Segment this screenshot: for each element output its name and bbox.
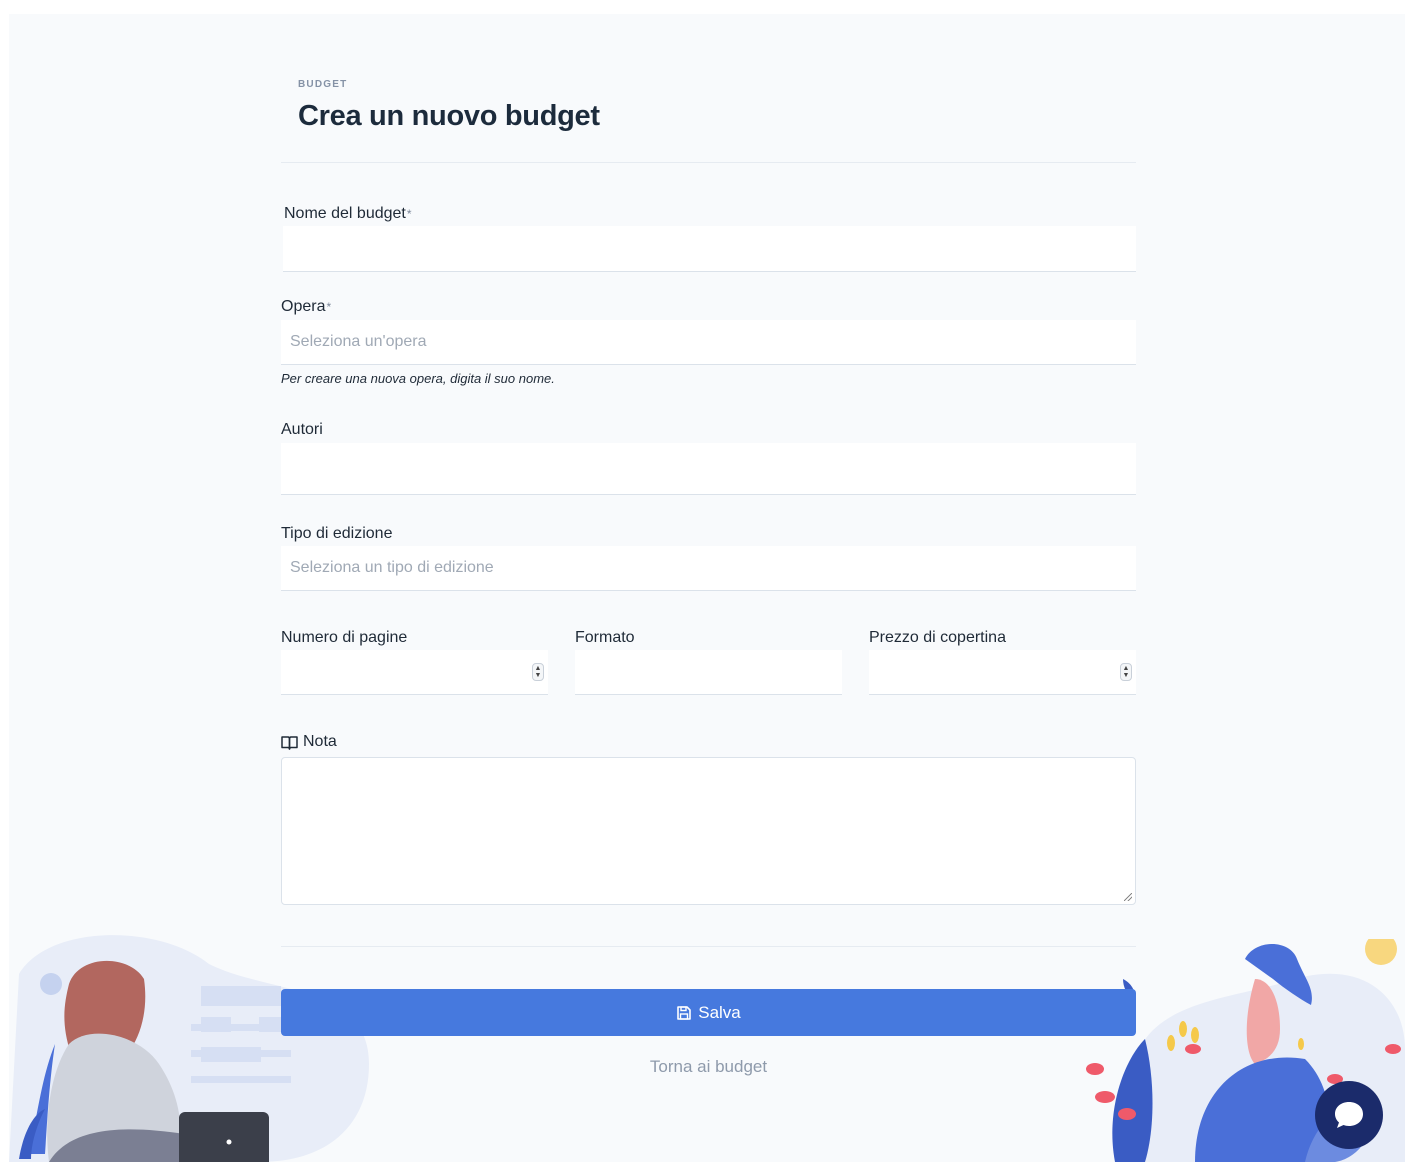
formato-input[interactable] [575, 650, 842, 695]
laptop-shape [179, 1112, 269, 1162]
prezzo-label: Prezzo di copertina [869, 628, 1006, 648]
opera-select[interactable]: Seleziona un'opera [281, 320, 1136, 365]
resize-handle[interactable] [1124, 893, 1132, 901]
nome-label-text: Nome del budget [284, 205, 406, 222]
budget-form: BUDGET Crea un nuovo budget Nome del bud… [281, 14, 1136, 1076]
opera-label: Opera* [281, 297, 331, 317]
spinner-down-icon[interactable]: ▼ [1123, 672, 1130, 679]
tipo-edizione-select[interactable]: Seleziona un tipo di edizione [281, 546, 1136, 591]
book-open-icon [281, 735, 298, 750]
autori-label: Autori [281, 420, 323, 440]
illustration-left [9, 935, 369, 1162]
laptop-dot [226, 1139, 232, 1145]
page-pretitle: BUDGET [298, 79, 348, 90]
opera-label-text: Opera [281, 298, 326, 315]
chat-bubble-icon [1335, 1102, 1363, 1128]
right-sun-circle [1365, 939, 1397, 965]
back-link[interactable]: Torna ai budget [281, 1057, 1136, 1077]
spinner-down-icon[interactable]: ▼ [535, 672, 542, 679]
opera-help-text: Per creare una nuova opera, digita il su… [281, 371, 555, 386]
nome-input[interactable] [283, 226, 1136, 272]
number-spinner[interactable]: ▲ ▼ [532, 663, 544, 681]
nota-textarea[interactable] [281, 757, 1136, 905]
left-small-circle [40, 973, 62, 995]
formato-label: Formato [575, 628, 635, 648]
numero-pagine-label: Numero di pagine [281, 628, 407, 648]
spinner-up-icon[interactable]: ▲ [1123, 665, 1130, 672]
required-mark: * [406, 207, 412, 221]
prezzo-input[interactable]: ▲ ▼ [869, 650, 1136, 695]
tipo-edizione-label-text: Tipo di edizione [281, 525, 393, 542]
required-mark: * [326, 300, 332, 314]
autori-input[interactable] [281, 443, 1136, 495]
nota-label: Nota [281, 732, 337, 752]
page-title: Crea un nuovo budget [298, 100, 600, 132]
prezzo-label-text: Prezzo di copertina [869, 629, 1006, 646]
page-background: BUDGET Crea un nuovo budget Nome del bud… [9, 14, 1405, 1162]
nome-label: Nome del budget* [284, 204, 412, 224]
header-divider [281, 162, 1136, 163]
numero-pagine-input[interactable]: ▲ ▼ [281, 650, 548, 695]
chat-widget-button[interactable] [1315, 1081, 1383, 1149]
spinner-up-icon[interactable]: ▲ [535, 665, 542, 672]
page-header: BUDGET Crea un nuovo budget [281, 14, 1136, 134]
tipo-edizione-label: Tipo di edizione [281, 524, 392, 544]
tipo-edizione-placeholder: Seleziona un tipo di edizione [290, 559, 494, 576]
numero-pagine-label-text: Numero di pagine [281, 629, 408, 646]
opera-placeholder: Seleziona un'opera [290, 333, 427, 350]
save-button-label: Salva [698, 1002, 741, 1022]
formato-label-text: Formato [575, 629, 635, 646]
save-button[interactable]: Salva [281, 989, 1136, 1036]
footer-divider [281, 946, 1136, 947]
number-spinner[interactable]: ▲ ▼ [1120, 663, 1132, 681]
nota-label-text: Nota [303, 733, 337, 750]
autori-label-text: Autori [281, 421, 323, 438]
floppy-disk-icon [677, 1005, 692, 1020]
